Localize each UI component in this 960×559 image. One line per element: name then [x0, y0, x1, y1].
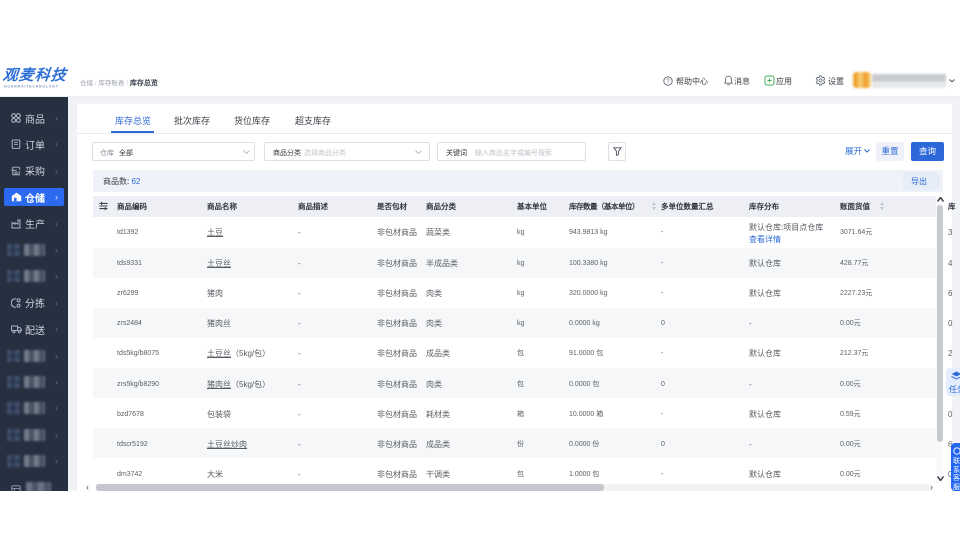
- svg-text:?: ?: [666, 79, 670, 85]
